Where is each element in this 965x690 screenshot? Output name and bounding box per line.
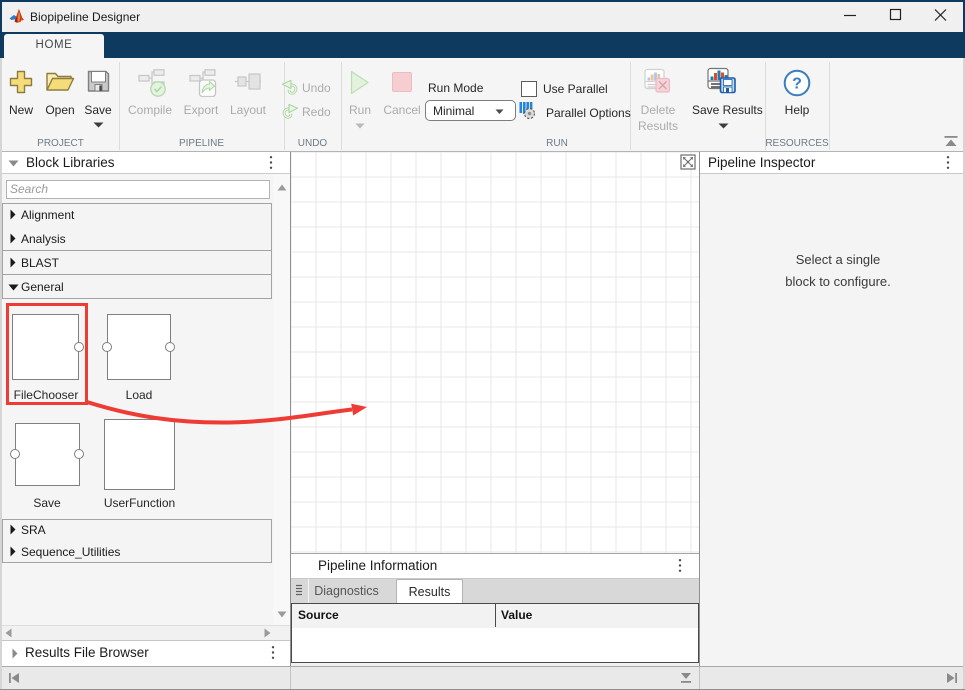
svg-text:?: ? — [792, 76, 802, 93]
